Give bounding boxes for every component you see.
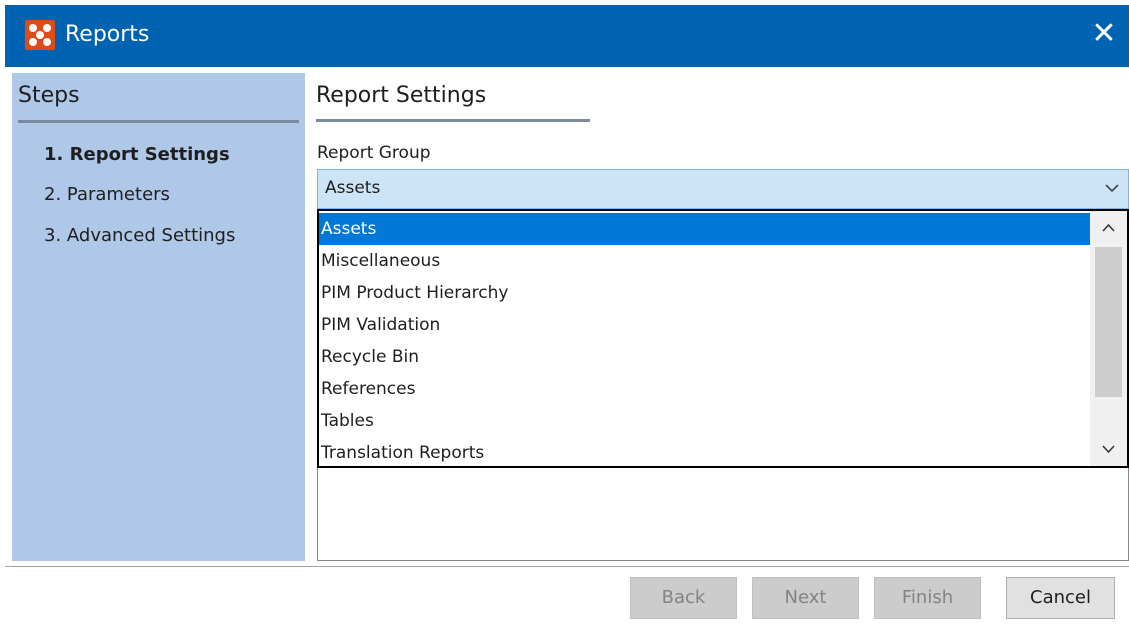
step-parameters[interactable]: 2. Parameters <box>44 184 170 205</box>
window-title: Reports <box>65 22 150 47</box>
step-advanced-settings[interactable]: 3. Advanced Settings <box>44 225 235 246</box>
footer-divider <box>5 566 1129 567</box>
dropdown-scrollbar[interactable] <box>1090 211 1127 466</box>
dropdown-option[interactable]: Recycle Bin <box>319 341 1090 373</box>
dropdown-option[interactable]: Tables <box>319 405 1090 437</box>
finish-button[interactable]: Finish <box>874 577 981 619</box>
next-button[interactable]: Next <box>752 577 859 619</box>
dropdown-option[interactable]: Assets <box>319 213 1090 245</box>
page-title: Report Settings <box>316 83 487 108</box>
close-icon[interactable]: ✕ <box>1079 5 1129 67</box>
scrollbar-thumb[interactable] <box>1095 247 1122 397</box>
cancel-button[interactable]: Cancel <box>1006 577 1115 619</box>
steps-panel: Steps 1. Report Settings 2. Parameters 3… <box>12 73 305 561</box>
combo-selected-value: Assets <box>325 178 381 198</box>
dropdown-option[interactable]: PIM Product Hierarchy <box>319 277 1090 309</box>
scroll-up-icon[interactable] <box>1090 211 1127 245</box>
steps-divider <box>18 120 299 123</box>
scroll-down-icon[interactable] <box>1090 432 1127 466</box>
app-icon <box>25 20 55 50</box>
dropdown-option[interactable]: References <box>319 373 1090 405</box>
report-group-combobox[interactable]: Assets <box>317 169 1129 209</box>
dropdown-option[interactable]: Miscellaneous <box>319 245 1090 277</box>
back-button[interactable]: Back <box>630 577 737 619</box>
dropdown-option[interactable]: Translation Reports <box>319 437 1090 469</box>
window-titlebar: Reports ✕ <box>5 5 1129 67</box>
report-group-dropdown-list[interactable]: Assets Miscellaneous PIM Product Hierarc… <box>317 209 1129 468</box>
step-report-settings[interactable]: 1. Report Settings <box>44 144 230 165</box>
chevron-down-icon[interactable] <box>1104 180 1120 196</box>
steps-header: Steps <box>18 83 80 108</box>
title-divider <box>316 119 590 122</box>
report-group-label: Report Group <box>317 143 431 163</box>
dropdown-option[interactable]: PIM Validation <box>319 309 1090 341</box>
